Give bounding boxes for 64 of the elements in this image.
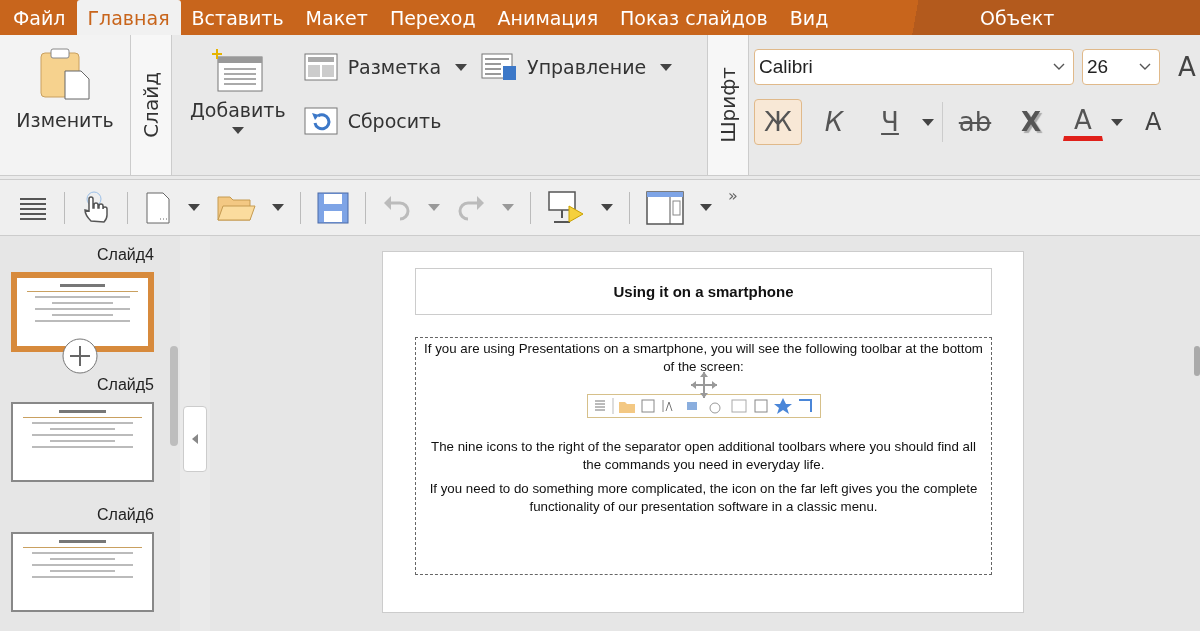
menu-tab[interactable]: Вид [778, 0, 840, 35]
color-button[interactable]: A [1063, 103, 1103, 141]
menu-tab[interactable]: Файл [2, 0, 77, 35]
caret-icon[interactable] [601, 204, 613, 211]
caret-icon[interactable] [922, 118, 934, 126]
chevron-down-icon [1053, 63, 1065, 71]
caret-icon[interactable] [660, 63, 673, 71]
font-size-field[interactable]: 26 [1082, 49, 1160, 85]
menu-tab[interactable]: Главная [76, 0, 181, 35]
paragraph: The nine icons to the right of the separator open additional toolbars where you should find all the commands you need in everyday life. [430, 438, 977, 474]
menu-tab[interactable]: Переход [378, 0, 487, 35]
italic-button[interactable]: К [810, 99, 858, 145]
menu-tab[interactable]: Вставить [180, 0, 295, 35]
presentation-icon[interactable] [547, 189, 585, 226]
menu-tab[interactable]: Макет [294, 0, 379, 35]
edit-button[interactable]: Изменить [0, 35, 130, 175]
paragraph: If you need to do something more complicated, the icon on the far left gives you the complete functionality of our presentation software in a classic menu. [428, 480, 979, 516]
window-layout-icon[interactable] [646, 190, 684, 225]
group-label[interactable]: Слайд [130, 35, 172, 175]
slide-list-icon [481, 53, 518, 81]
caret-icon[interactable] [700, 204, 712, 211]
clipboard-icon [37, 45, 93, 101]
slide-thumbnail[interactable] [11, 532, 154, 612]
menu-tab[interactable]: Показ слайдов [609, 0, 779, 35]
layout-icon [303, 53, 338, 81]
slide-label: Слайд6 [97, 506, 154, 524]
strike-button[interactable]: ab [951, 99, 999, 145]
underline-button[interactable]: Ч [866, 99, 914, 145]
reset-button[interactable]: Сбросить [303, 107, 442, 135]
more-button[interactable]: » [728, 186, 738, 205]
caret-icon[interactable] [272, 204, 284, 211]
caret-icon[interactable] [1111, 118, 1123, 126]
shadow-button[interactable]: X [1007, 99, 1055, 145]
group-label[interactable]: Шрифт [707, 35, 749, 175]
title-placeholder[interactable]: Using it on a smartphone [415, 268, 992, 315]
save-icon[interactable] [317, 191, 349, 224]
text-placeholder[interactable] [415, 337, 992, 575]
menu-tab[interactable]: Анимация [486, 0, 610, 35]
triangle-left-icon [192, 434, 198, 444]
scrollbar-thumb[interactable] [1194, 346, 1200, 376]
slide-thumbnail[interactable] [11, 402, 154, 482]
slide-label: Слайд5 [97, 376, 154, 394]
reset-icon [303, 107, 338, 135]
paragraph: If you are using Presentations on a smartphone, you will see the following toolbar at the bottom of the screen: [423, 340, 984, 376]
slide-label: Слайд4 [97, 246, 154, 264]
font-field[interactable]: Calibri [754, 49, 1074, 85]
manage-button[interactable]: Управление [481, 53, 647, 81]
bold-button[interactable]: Ж [754, 99, 802, 145]
move-cursor-icon [689, 370, 719, 400]
hand-pointer-icon[interactable] [81, 190, 111, 225]
grow-font-button[interactable]: A [1178, 52, 1196, 82]
layout-button[interactable]: Разметка [303, 53, 442, 81]
change-case-button[interactable]: A [1145, 108, 1162, 136]
new-document-icon[interactable] [144, 190, 172, 225]
caret-icon[interactable] [188, 204, 200, 211]
caret-icon [231, 127, 244, 134]
chevron-down-icon [1139, 63, 1151, 71]
scrollbar-thumb[interactable] [170, 346, 178, 446]
add-slide-icon[interactable] [62, 338, 98, 374]
slide-thumbnail[interactable] [11, 272, 154, 352]
new-slide-icon [211, 49, 264, 93]
add-slide-button[interactable]: Добавить [190, 35, 286, 175]
slide-title: Using it on a smartphone [613, 283, 794, 300]
caret-icon[interactable] [455, 63, 468, 71]
